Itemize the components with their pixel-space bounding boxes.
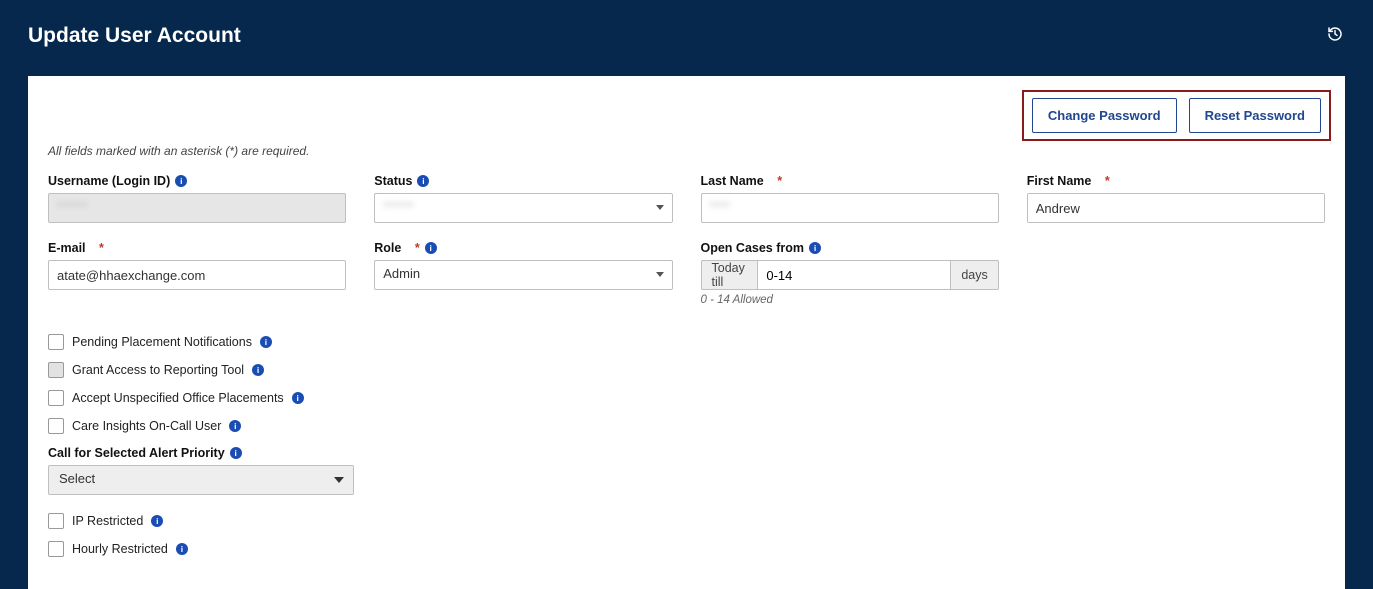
change-password-button[interactable]: Change Password (1032, 98, 1177, 133)
status-select[interactable]: ****** (374, 193, 672, 223)
page-header: Update User Account (4, 4, 1369, 76)
care-insights-checkbox[interactable] (48, 418, 64, 434)
open-cases-suffix: days (951, 260, 998, 290)
email-input[interactable] (48, 260, 346, 290)
password-actions-highlight: Change Password Reset Password (1022, 90, 1331, 141)
grant-reporting-label: Grant Access to Reporting Tool (72, 363, 244, 377)
hourly-restricted-label: Hourly Restricted (72, 542, 168, 556)
info-icon[interactable]: i (176, 543, 188, 555)
info-icon[interactable]: i (292, 392, 304, 404)
info-icon[interactable]: i (230, 447, 242, 459)
info-icon[interactable]: i (175, 175, 187, 187)
pending-placement-label: Pending Placement Notifications (72, 335, 252, 349)
firstname-input[interactable] (1027, 193, 1325, 223)
info-icon[interactable]: i (252, 364, 264, 376)
status-label: Status i (374, 174, 672, 188)
ip-restricted-checkbox[interactable] (48, 513, 64, 529)
page-title: Update User Account (28, 24, 1345, 48)
email-label: E-mail * (48, 241, 346, 255)
open-cases-input[interactable] (757, 260, 951, 290)
hourly-restricted-checkbox[interactable] (48, 541, 64, 557)
info-icon[interactable]: i (809, 242, 821, 254)
username-label: Username (Login ID) i (48, 174, 346, 188)
open-cases-label: Open Cases from i (701, 241, 999, 255)
role-select[interactable]: Admin (374, 260, 672, 290)
lastname-input[interactable]: **** (701, 193, 999, 223)
grant-reporting-checkbox[interactable] (48, 362, 64, 378)
reset-password-button[interactable]: Reset Password (1189, 98, 1321, 133)
care-insights-label: Care Insights On-Call User (72, 419, 221, 433)
accept-unspecified-checkbox[interactable] (48, 390, 64, 406)
info-icon[interactable]: i (425, 242, 437, 254)
firstname-label: First Name * (1027, 174, 1325, 188)
accept-unspecified-label: Accept Unspecified Office Placements (72, 391, 284, 405)
username-input: ****** (48, 193, 346, 223)
role-label: Role * i (374, 241, 672, 255)
info-icon[interactable]: i (151, 515, 163, 527)
open-cases-prefix: Today till (701, 260, 758, 290)
history-icon[interactable] (1327, 26, 1343, 47)
lastname-label: Last Name * (701, 174, 999, 188)
form-panel: Change Password Reset Password All field… (28, 76, 1345, 589)
alert-priority-select[interactable]: Select (48, 465, 354, 495)
pending-placement-checkbox[interactable] (48, 334, 64, 350)
required-fields-note: All fields marked with an asterisk (*) a… (48, 144, 1325, 158)
info-icon[interactable]: i (417, 175, 429, 187)
ip-restricted-label: IP Restricted (72, 514, 143, 528)
info-icon[interactable]: i (229, 420, 241, 432)
open-cases-hint: 0 - 14 Allowed (701, 294, 999, 306)
info-icon[interactable]: i (260, 336, 272, 348)
alert-priority-label: Call for Selected Alert Priority i (48, 446, 1325, 460)
